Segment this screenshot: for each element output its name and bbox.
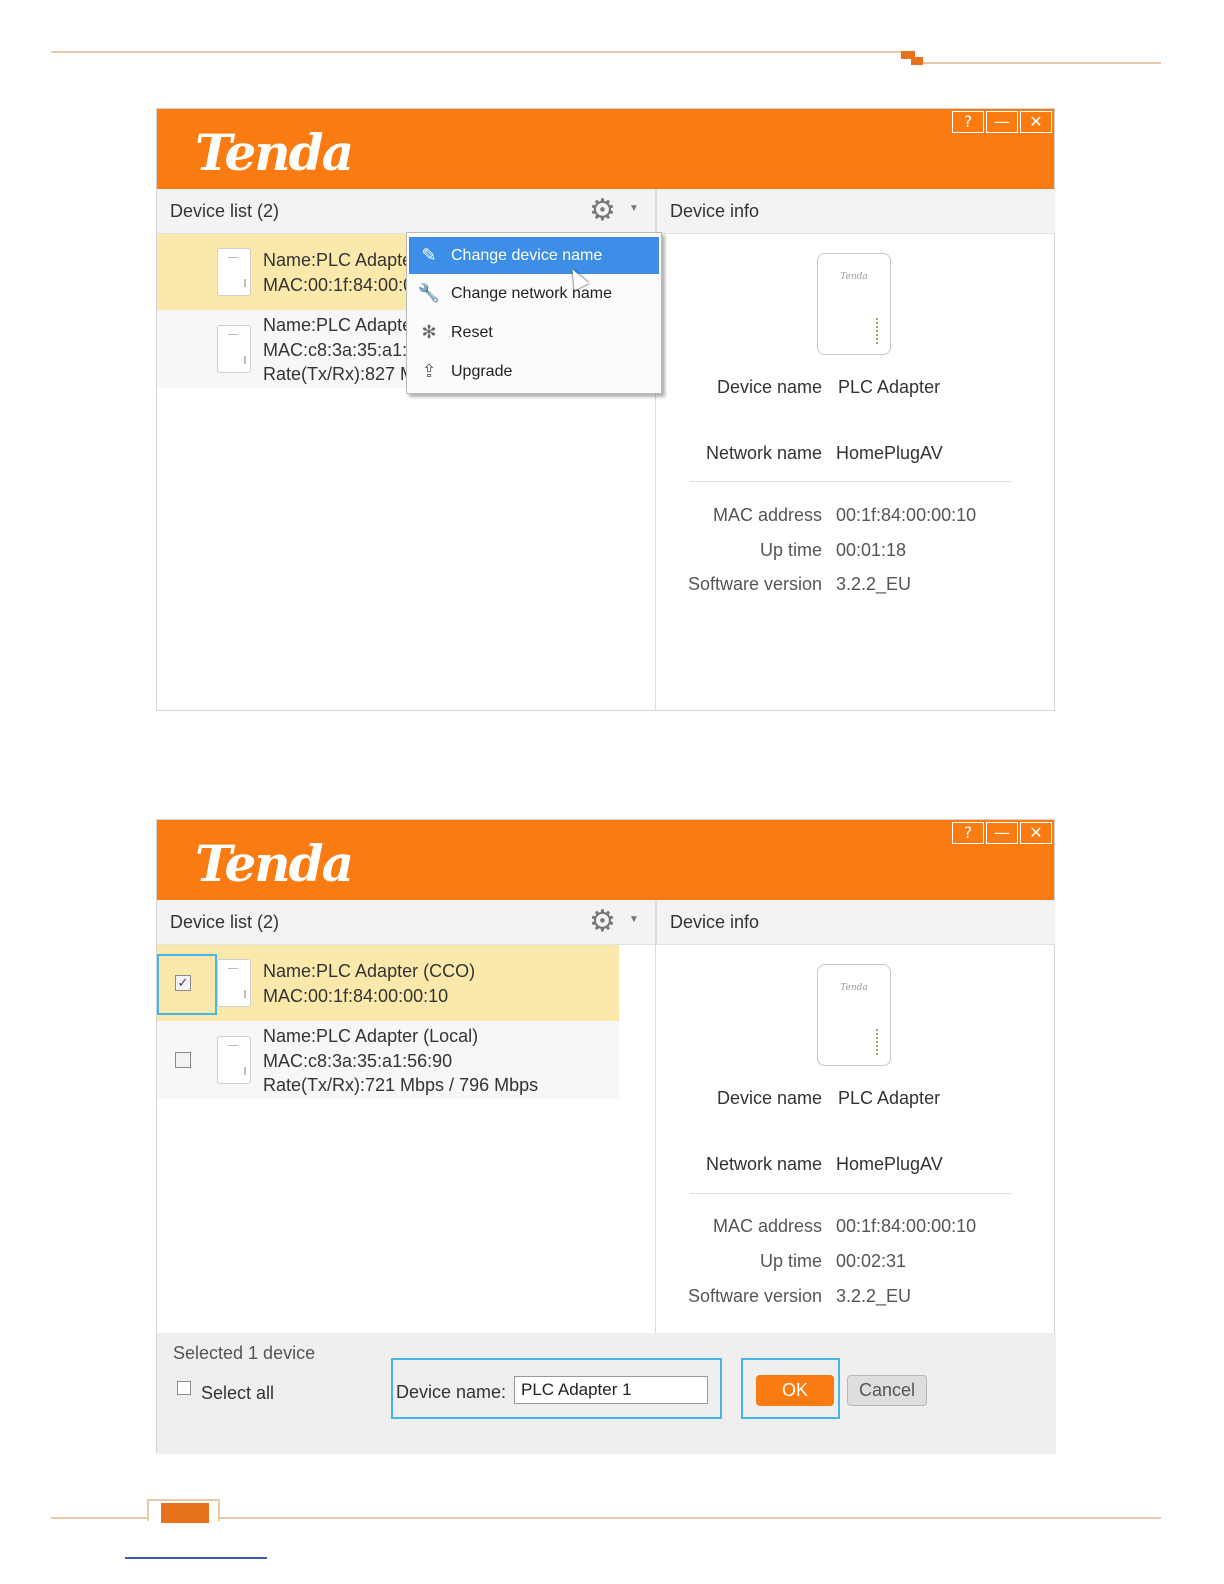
menu-item-change-network-name[interactable]: 🔧 Change network name xyxy=(409,275,659,312)
header-ornament xyxy=(901,51,923,65)
tenda-logo: Tenda xyxy=(195,123,354,182)
uptime-value: 00:02:31 xyxy=(836,1251,907,1271)
menu-item-label: Reset xyxy=(451,324,493,341)
header-rule-right xyxy=(923,62,1161,64)
device-name-value: PLC Adapter xyxy=(838,1088,941,1108)
help-button[interactable]: ? xyxy=(952,822,984,844)
minimize-button[interactable]: — xyxy=(986,111,1018,133)
edit-icon: ✎ xyxy=(421,245,437,265)
upload-icon: ⇪ xyxy=(421,361,437,381)
mac-value: 00:1f:84:00:00:10 xyxy=(836,1216,977,1236)
mac-value: 00:1f:84:00:00:10 xyxy=(836,505,977,525)
mac-label: MAC address xyxy=(712,1216,822,1236)
software-label: Software version xyxy=(687,1286,822,1306)
software-value: 3.2.2_EU xyxy=(836,574,912,594)
device-name-label: Device name xyxy=(716,1088,822,1108)
device-rate: Rate(Tx/Rx):721 Mbps / 796 Mbps xyxy=(263,1075,539,1095)
info-separator xyxy=(690,481,1012,482)
select-all-checkbox[interactable] xyxy=(177,1381,191,1395)
page-number-tab xyxy=(147,1499,220,1523)
plc-adapter-icon xyxy=(217,959,251,1007)
device-list-header: Device list (2) ⚙ ▼ xyxy=(157,900,655,945)
gear-context-menu: ✎ Change device name 🔧 Change network na… xyxy=(406,232,662,394)
menu-item-reset[interactable]: ✻ Reset xyxy=(409,314,659,351)
minimize-button[interactable]: — xyxy=(986,822,1018,844)
device-name-label: Device name xyxy=(716,377,822,397)
device-name: Name:PLC Adapte xyxy=(263,315,413,335)
device-row[interactable]: Name:PLC Adapter (Local) MAC:c8:3a:35:a1… xyxy=(157,1021,619,1099)
window-controls: ? — ✕ xyxy=(952,822,1052,844)
plc-adapter-icon xyxy=(217,1036,251,1084)
checkbox-callout xyxy=(157,954,217,1015)
device-image-brand: Tenda xyxy=(840,983,868,993)
select-all-label: Select all xyxy=(201,1383,275,1403)
uptime-label: Up time xyxy=(759,540,822,560)
tenda-logo: Tenda xyxy=(195,834,354,893)
device-image: Tenda xyxy=(817,253,891,355)
device-info-title: Device info xyxy=(670,201,760,221)
device-mac: MAC:00:1f:84:00:00:10 xyxy=(263,986,449,1006)
chevron-down-icon[interactable]: ▼ xyxy=(629,203,639,215)
footer-underline xyxy=(125,1557,267,1559)
bottom-action-bar: Selected 1 device Select all Device name… xyxy=(157,1333,1056,1454)
device-image: Tenda xyxy=(817,964,891,1066)
device-name-value: PLC Adapter xyxy=(838,377,941,397)
device-name-input[interactable] xyxy=(514,1376,708,1404)
device-list-header: Device list (2) ⚙ ▼ xyxy=(157,189,655,234)
menu-item-label: Change device name xyxy=(451,247,603,264)
network-name-value: HomePlugAV xyxy=(836,443,943,463)
device-name: Name:PLC Adapte xyxy=(263,250,413,270)
device-checkbox[interactable] xyxy=(175,1052,191,1068)
menu-item-upgrade[interactable]: ⇪ Upgrade xyxy=(409,353,659,390)
device-mac: MAC:c8:3a:35:a1:5 xyxy=(263,340,418,360)
title-bar: Tenda ? — ✕ xyxy=(157,820,1054,900)
plc-adapter-icon xyxy=(217,248,251,296)
menu-item-change-device-name[interactable]: ✎ Change device name xyxy=(409,237,659,291)
network-name-label: Network name xyxy=(705,443,822,463)
header-rule xyxy=(51,51,903,53)
device-info-title: Device info xyxy=(670,912,760,932)
device-list-title: Device list (2) xyxy=(170,201,280,221)
tenda-window-1: Tenda ? — ✕ Device list (2) ⚙ ▼ Device i… xyxy=(156,108,1055,711)
device-image-brand: Tenda xyxy=(840,272,868,282)
gear-icon[interactable]: ⚙ xyxy=(589,905,616,939)
help-button[interactable]: ? xyxy=(952,111,984,133)
plc-adapter-icon xyxy=(217,325,251,373)
close-button[interactable]: ✕ xyxy=(1020,111,1052,133)
device-name: Name:PLC Adapter (CCO) xyxy=(263,961,476,981)
device-name: Name:PLC Adapter (Local) xyxy=(263,1026,479,1046)
device-mac: MAC:c8:3a:35:a1:56:90 xyxy=(263,1051,453,1071)
menu-item-label: Change network name xyxy=(451,285,612,302)
device-list-title: Device list (2) xyxy=(170,912,280,932)
gear-icon[interactable]: ⚙ xyxy=(589,194,616,228)
cancel-button[interactable]: Cancel xyxy=(847,1375,927,1406)
device-info-header: Device info xyxy=(656,900,1055,945)
info-separator xyxy=(690,1193,1012,1194)
tenda-window-2: Tenda ? — ✕ Device list (2) ⚙ ▼ Device i… xyxy=(156,819,1056,1454)
title-bar: Tenda ? — ✕ xyxy=(157,109,1054,189)
software-value: 3.2.2_EU xyxy=(836,1286,912,1306)
selected-count: Selected 1 device xyxy=(173,1343,316,1363)
device-row[interactable]: ✓ Name:PLC Adapter (CCO) MAC:00:1f:84:00… xyxy=(157,945,619,1021)
chevron-down-icon[interactable]: ▼ xyxy=(629,914,639,926)
device-mac: MAC:00:1f:84:00:0 xyxy=(263,275,414,295)
mac-label: MAC address xyxy=(712,505,822,525)
device-info-header: Device info xyxy=(656,189,1055,234)
uptime-value: 00:01:18 xyxy=(836,540,907,560)
close-button[interactable]: ✕ xyxy=(1020,822,1052,844)
reset-icon: ✻ xyxy=(421,322,437,342)
wrench-icon: 🔧 xyxy=(417,283,441,303)
menu-item-label: Upgrade xyxy=(451,363,513,380)
device-name-field-label: Device name: xyxy=(396,1382,507,1402)
uptime-label: Up time xyxy=(759,1251,822,1271)
network-name-label: Network name xyxy=(705,1154,822,1174)
window-controls: ? — ✕ xyxy=(952,111,1052,133)
network-name-value: HomePlugAV xyxy=(836,1154,943,1174)
device-rate: Rate(Tx/Rx):827 M xyxy=(263,364,416,384)
ok-button[interactable]: OK xyxy=(756,1375,834,1406)
software-label: Software version xyxy=(687,574,822,594)
